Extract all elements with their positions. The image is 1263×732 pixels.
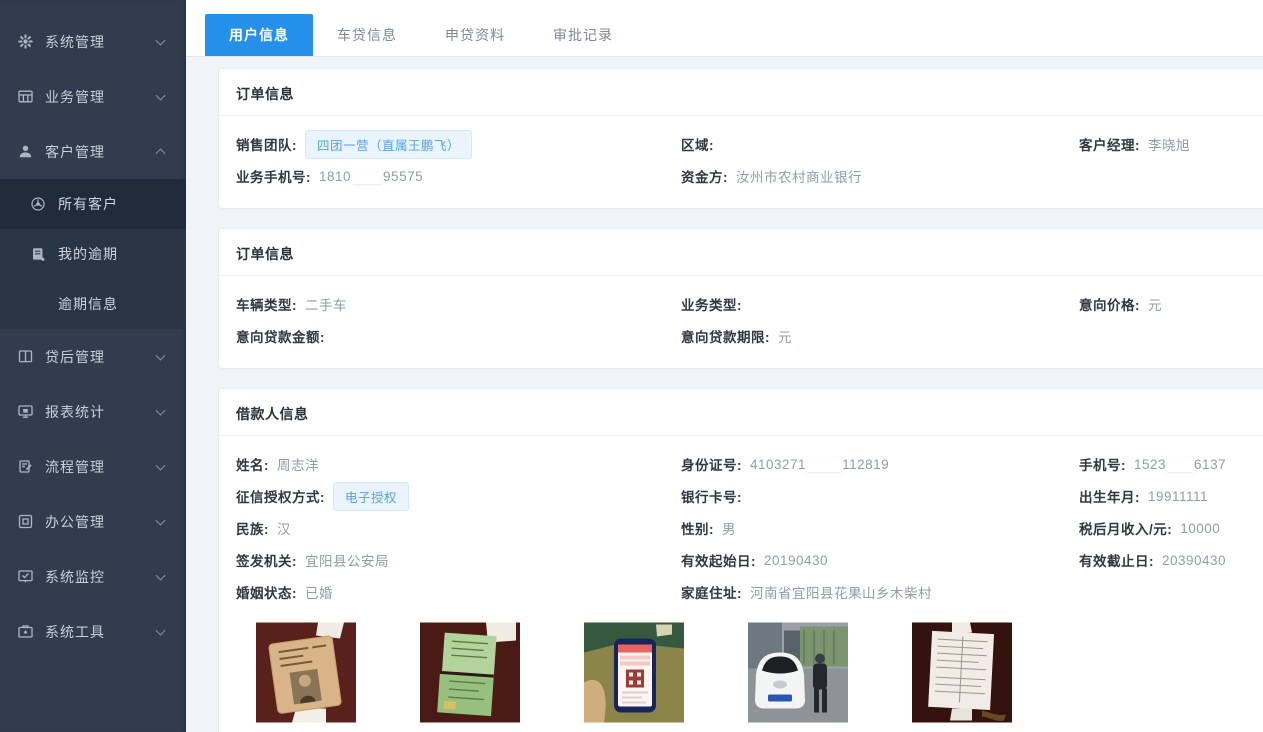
toolbox-icon [17, 623, 34, 640]
monitor-check-icon [17, 568, 34, 585]
field-birth-date: 出生年月: 19911111 [1079, 486, 1246, 506]
borrower-info-card: 借款人信息 姓名: 周志洋 身份证号: 4103271112819 手机号: [218, 388, 1263, 732]
tab-loan-application-docs[interactable]: 申贷资料 [421, 14, 529, 56]
sidebar-subitem-all-customers[interactable]: 所有客户 [0, 179, 186, 229]
chevron-down-icon [156, 90, 166, 100]
redaction-box [352, 169, 382, 184]
credit-auth-qr-screenshot[interactable] [584, 622, 684, 723]
sidebar-item-postloan-mgmt[interactable]: 贷后管理 [0, 329, 186, 384]
field-business-phone: 业务手机号: 181095575 [236, 166, 681, 186]
sidebar: 系统管理 业务管理 客户管理 [0, 0, 186, 732]
sidebar-item-label: 系统管理 [45, 32, 105, 52]
tab-user-info[interactable]: 用户信息 [205, 14, 313, 56]
field-intent-loan-term: 意向贷款期限: 元 [681, 326, 1079, 346]
chevron-down-icon [156, 405, 166, 415]
user-icon [17, 143, 34, 160]
loan-intent-card: 订单信息 车辆类型: 二手车 业务类型: 意向价格: 元 [218, 228, 1263, 369]
sidebar-item-label: 贷后管理 [45, 347, 105, 367]
sidebar-item-office-mgmt[interactable]: 办公管理 [0, 494, 186, 549]
field-intent-price: 意向价格: 元 [1079, 294, 1246, 314]
sidebar-subitem-label: 我的逾期 [58, 244, 118, 264]
tab-bar: 用户信息 车贷信息 申贷资料 审批记录 [186, 0, 1263, 57]
sidebar-item-label: 办公管理 [45, 512, 105, 532]
sidebar-item-system-monitor[interactable]: 系统监控 [0, 549, 186, 604]
field-issuing-authority: 签发机关: 宜阳县公安局 [236, 550, 681, 570]
white-car-shape [755, 653, 805, 709]
chevron-down-icon [156, 625, 166, 635]
sidebar-subitem-label: 逾期信息 [58, 294, 118, 314]
redaction-box [807, 457, 841, 472]
field-monthly-income: 税后月收入/元: 10000 [1079, 518, 1246, 538]
sidebar-item-system-mgmt[interactable]: 系统管理 [0, 14, 186, 69]
chevron-down-icon [156, 35, 166, 45]
license-booklet-photo[interactable] [420, 622, 520, 723]
sidebar-item-business-mgmt[interactable]: 业务管理 [0, 69, 186, 124]
field-name: 姓名: 周志洋 [236, 454, 681, 474]
sidebar-item-customer-mgmt[interactable]: 客户管理 [0, 124, 186, 179]
sidebar-item-system-tools[interactable]: 系统工具 [0, 604, 186, 659]
field-ethnicity: 民族: 汉 [236, 518, 681, 538]
sidebar-item-label: 系统工具 [45, 622, 105, 642]
main-content: 用户信息 车贷信息 申贷资料 审批记录 订单信息 销售团队: 四团一营（直属王鹏… [186, 0, 1263, 732]
field-marital-status: 婚姻状态: 已婚 [236, 582, 681, 602]
chevron-up-icon [156, 148, 166, 158]
order-info-card: 订单信息 销售团队: 四团一营（直属王鹏飞） 区域: 客户经理: [218, 68, 1263, 209]
clipboard-icon [17, 458, 34, 475]
office-box-icon [17, 513, 34, 530]
card-title: 借款人信息 [219, 389, 1263, 436]
chevron-down-icon [156, 570, 166, 580]
compass-icon [30, 196, 46, 212]
app-window: 系统管理 业务管理 客户管理 [0, 0, 1263, 732]
person-with-car-photo[interactable] [748, 622, 848, 723]
id-card-photo[interactable] [256, 622, 356, 723]
sidebar-item-label: 流程管理 [45, 457, 105, 477]
field-credit-auth-method: 征信授权方式: 电子授权 [236, 482, 681, 511]
report-monitor-icon [17, 403, 34, 420]
field-business-type: 业务类型: [681, 294, 1079, 314]
sidebar-item-process-mgmt[interactable]: 流程管理 [0, 439, 186, 494]
field-mobile: 手机号: 15236137 [1079, 454, 1246, 474]
sidebar-subitem-overdue-info[interactable]: 逾期信息 [0, 279, 186, 329]
field-region: 区域: [681, 134, 1079, 154]
sidebar-item-label: 业务管理 [45, 87, 105, 107]
notebook-icon [30, 246, 46, 262]
field-vehicle-type: 车辆类型: 二手车 [236, 294, 681, 314]
sidebar-subitem-my-overdue[interactable]: 我的逾期 [0, 229, 186, 279]
field-sales-team: 销售团队: 四团一营（直属王鹏飞） [236, 130, 681, 159]
card-title: 订单信息 [219, 229, 1263, 276]
field-gender: 性别: 男 [681, 518, 1079, 538]
customer-mgmt-submenu: 所有客户 我的逾期 逾期信息 [0, 179, 186, 329]
field-valid-to: 有效截止日: 20390430 [1079, 550, 1246, 570]
gear-icon [17, 33, 34, 50]
grid-icon [17, 88, 34, 105]
field-home-address: 家庭住址: 河南省宜阳县花果山乡木柴村 [681, 582, 1079, 602]
credit-auth-tag[interactable]: 电子授权 [333, 482, 409, 511]
sidebar-item-label: 客户管理 [45, 142, 105, 162]
handwritten-document-photo[interactable] [912, 622, 1012, 723]
sidebar-item-label: 报表统计 [45, 402, 105, 422]
tab-car-loan-info[interactable]: 车贷信息 [313, 14, 421, 56]
card-title: 订单信息 [219, 69, 1263, 116]
sidebar-item-label: 系统监控 [45, 567, 105, 587]
field-bank-card: 银行卡号: [681, 486, 1079, 506]
sales-team-tag[interactable]: 四团一营（直属王鹏飞） [305, 130, 472, 159]
redaction-box [1167, 457, 1193, 472]
chevron-down-icon [156, 515, 166, 525]
open-book-icon [17, 348, 34, 365]
field-id-number: 身份证号: 4103271112819 [681, 454, 1079, 474]
borrower-photos: 本人照 [256, 622, 1246, 732]
field-account-manager: 客户经理: 李晓旭 [1079, 134, 1246, 154]
sidebar-subitem-label: 所有客户 [58, 194, 118, 214]
field-funder: 资金方: 汝州市农村商业银行 [681, 166, 1079, 186]
cards-container: 订单信息 销售团队: 四团一营（直属王鹏飞） 区域: 客户经理: [186, 57, 1263, 732]
tab-approval-records[interactable]: 审批记录 [529, 14, 637, 56]
sidebar-item-report-stats[interactable]: 报表统计 [0, 384, 186, 439]
field-valid-from: 有效起始日: 20190430 [681, 550, 1079, 570]
chevron-down-icon [156, 350, 166, 360]
field-intent-loan-amount: 意向贷款金额: [236, 326, 681, 346]
chevron-down-icon [156, 460, 166, 470]
